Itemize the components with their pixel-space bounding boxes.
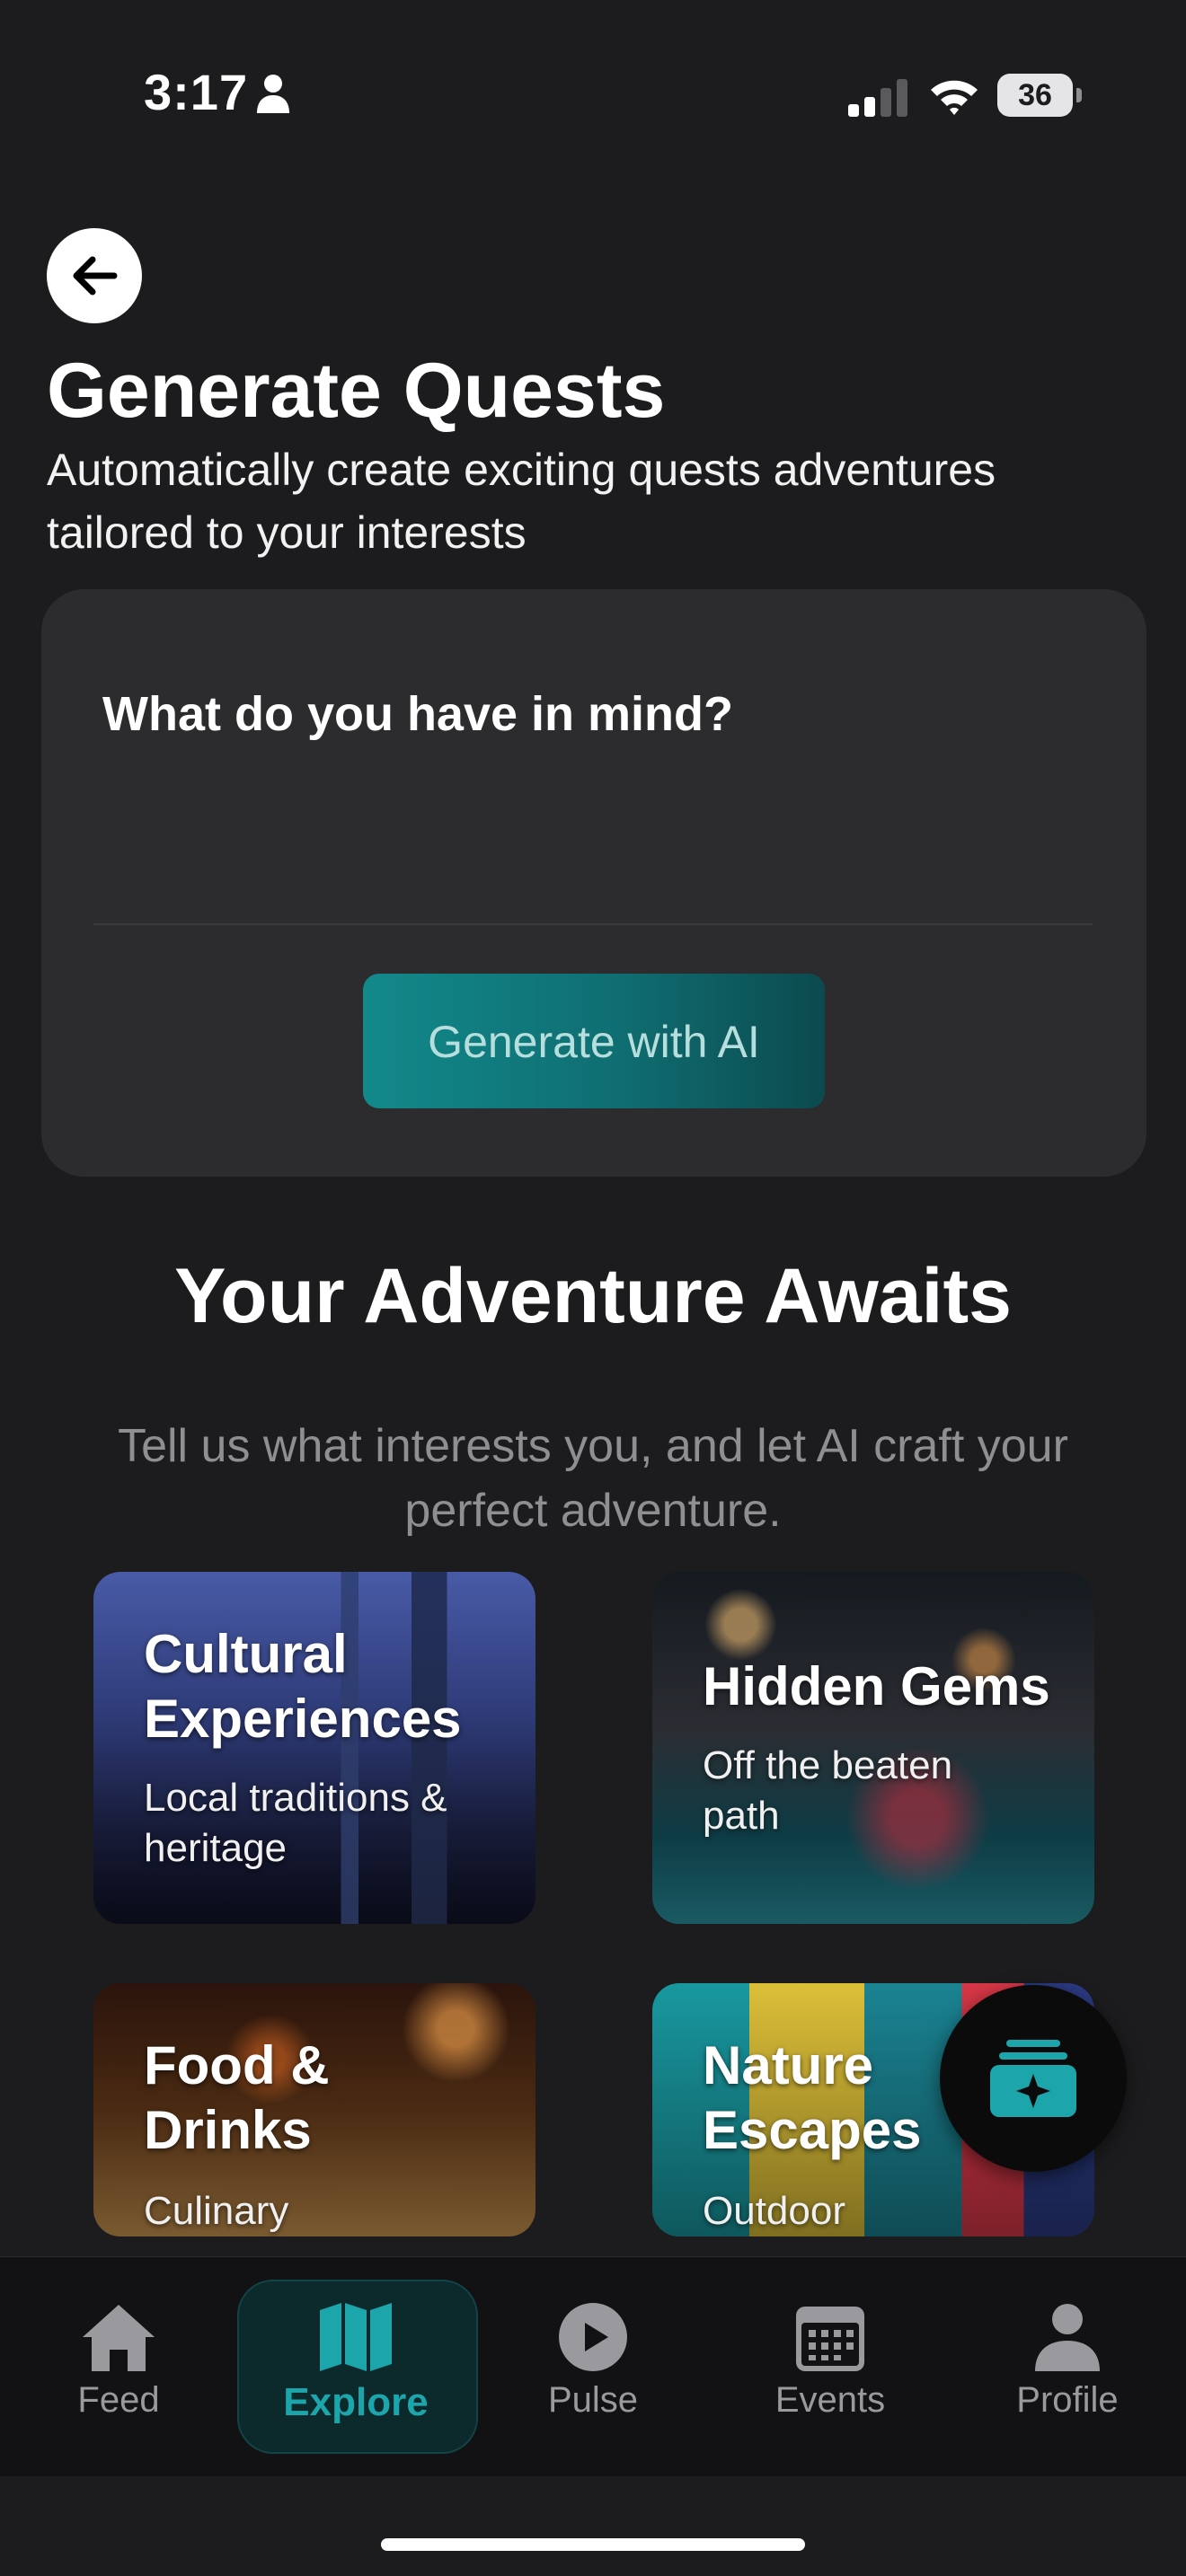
section-heading: Your Adventure Awaits bbox=[174, 1253, 1012, 1339]
tab-label: Feed bbox=[77, 2380, 160, 2420]
home-indicator[interactable] bbox=[381, 2538, 805, 2551]
category-description: Off the beaten path bbox=[703, 1743, 953, 1838]
category-card-food-drinks[interactable]: Food & Drinks Culinary bbox=[93, 1983, 535, 2236]
category-description: Outdoor bbox=[703, 2189, 845, 2233]
battery-level: 36 bbox=[1018, 78, 1052, 112]
tab-pulse[interactable]: Pulse bbox=[494, 2276, 692, 2456]
tab-label: Events bbox=[774, 2380, 886, 2420]
category-card-cultural-experiences[interactable]: Cultural Experiences Local traditions & … bbox=[93, 1572, 535, 1924]
category-title: Food & Drinks bbox=[144, 2035, 330, 2160]
category-description: Culinary bbox=[144, 2189, 289, 2233]
arrow-left-icon bbox=[73, 256, 118, 296]
tab-label: Pulse bbox=[547, 2380, 639, 2420]
prompt-label: What do you have in mind? bbox=[102, 687, 733, 741]
category-card-hidden-gems[interactable]: Hidden Gems Off the beaten path bbox=[652, 1572, 1094, 1924]
tab-label: Explore bbox=[283, 2380, 429, 2424]
play-icon bbox=[559, 2303, 627, 2371]
tab-events[interactable]: Events bbox=[731, 2276, 929, 2456]
category-title: Cultural Experiences bbox=[144, 1624, 462, 1749]
person-status-icon bbox=[257, 75, 289, 113]
category-description: Local traditions & heritage bbox=[144, 1776, 447, 1870]
tab-feed[interactable]: Feed bbox=[20, 2276, 217, 2456]
tab-label: Profile bbox=[1016, 2380, 1119, 2420]
status-time: 3:17 bbox=[144, 64, 249, 120]
page-title: Generate Quests bbox=[47, 348, 666, 434]
home-icon bbox=[83, 2305, 155, 2371]
category-title: Nature Escapes bbox=[703, 2035, 922, 2160]
person-icon bbox=[1035, 2304, 1100, 2371]
wifi-icon bbox=[931, 80, 978, 115]
calendar-icon bbox=[796, 2307, 864, 2371]
map-icon bbox=[320, 2303, 392, 2371]
generate-with-ai-button[interactable]: Generate with AI bbox=[363, 974, 825, 1108]
back-button[interactable] bbox=[47, 228, 142, 323]
cellular-signal-icon bbox=[848, 79, 907, 117]
ai-quests-fab[interactable] bbox=[940, 1985, 1127, 2172]
page-subtitle: Automatically create exciting quests adv… bbox=[47, 445, 996, 558]
sparkle-stack-icon bbox=[990, 2040, 1076, 2117]
section-description: Tell us what interests you, and let AI c… bbox=[118, 1420, 1068, 1537]
tab-profile[interactable]: Profile bbox=[969, 2276, 1166, 2456]
category-title: Hidden Gems bbox=[703, 1656, 1050, 1716]
prompt-input[interactable] bbox=[93, 763, 1096, 923]
battery-indicator: 36 bbox=[997, 74, 1082, 117]
tab-explore[interactable]: Explore bbox=[257, 2276, 455, 2456]
input-divider bbox=[93, 923, 1093, 925]
